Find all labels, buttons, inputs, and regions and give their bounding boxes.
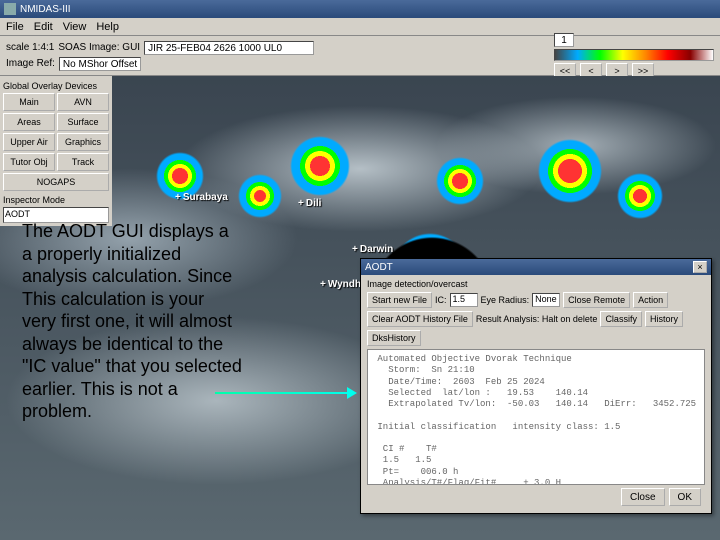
- close-icon[interactable]: ×: [693, 261, 707, 273]
- history-button[interactable]: History: [645, 311, 683, 327]
- dialog-ok-button[interactable]: OK: [669, 488, 701, 506]
- overlay-nogaps[interactable]: NOGAPS: [3, 173, 109, 191]
- toolbar: scale 1:4:1 SOAS Image: GUI JIR 25-FEB04…: [0, 36, 720, 76]
- close-remote-button[interactable]: Close Remote: [563, 292, 630, 308]
- sidebar: Global Overlay Devices Main AVN Areas Su…: [0, 76, 112, 226]
- mshor-field[interactable]: No MShor Offset: [59, 57, 141, 71]
- ic-value-input[interactable]: 1.5: [450, 293, 478, 307]
- city-label-dili: Dili: [298, 198, 321, 209]
- aodt-dialog: AODT × Image detection/overcast Start ne…: [360, 258, 712, 514]
- dialog-status: Image detection/overcast: [367, 279, 705, 289]
- scale-label: scale 1:4:1: [6, 42, 54, 53]
- overlay-upperair[interactable]: Upper Air: [3, 133, 55, 151]
- menu-view[interactable]: View: [63, 21, 87, 33]
- main-titlebar: NMIDAS-III: [0, 0, 720, 18]
- menu-edit[interactable]: Edit: [34, 21, 53, 33]
- dialog-close-button[interactable]: Close: [621, 488, 665, 506]
- overlay-surface[interactable]: Surface: [57, 113, 109, 131]
- source-label: SOAS Image: GUI: [58, 42, 140, 53]
- eye-radius-label: Eye Radius:: [481, 295, 530, 305]
- overlays-label: Global Overlay Devices: [3, 81, 109, 91]
- app-title: NMIDAS-III: [20, 4, 716, 15]
- frame-number: 1: [554, 33, 574, 47]
- eye-radius-input[interactable]: None: [532, 293, 560, 307]
- overlay-tutorobj[interactable]: Tutor Obj: [3, 153, 55, 171]
- menu-file[interactable]: File: [6, 21, 24, 33]
- inspector-label: Inspector Mode: [3, 195, 109, 205]
- overlay-graphics[interactable]: Graphics: [57, 133, 109, 151]
- color-scale: [554, 49, 714, 61]
- city-label-darwin: Darwin: [352, 244, 393, 255]
- dialog-titlebar[interactable]: AODT ×: [361, 259, 711, 275]
- ic-label: IC:: [435, 295, 447, 305]
- aodt-output: Automated Objective Dvorak Technique Sto…: [367, 349, 705, 485]
- start-new-file-button[interactable]: Start new File: [367, 292, 432, 308]
- source-value[interactable]: JIR 25-FEB04 2626 1000 UL0: [144, 41, 314, 55]
- dialog-title: AODT: [365, 262, 393, 273]
- arrow-annotation: [215, 392, 355, 394]
- result-label: Result Analysis: Halt on delete: [476, 314, 598, 324]
- app-icon: [4, 3, 16, 15]
- dkshistory-button[interactable]: DksHistory: [367, 330, 421, 346]
- overlay-areas[interactable]: Areas: [3, 113, 55, 131]
- classify-button[interactable]: Classify: [600, 311, 642, 327]
- menu-help[interactable]: Help: [96, 21, 119, 33]
- overlay-main[interactable]: Main: [3, 93, 55, 111]
- clear-history-button[interactable]: Clear AODT History File: [367, 311, 473, 327]
- overlay-avn[interactable]: AVN: [57, 93, 109, 111]
- city-label-surabaya: Surabaya: [175, 192, 228, 203]
- overlay-track[interactable]: Track: [57, 153, 109, 171]
- image-ref-label: Image Ref:: [6, 58, 55, 69]
- action-button[interactable]: Action: [633, 292, 668, 308]
